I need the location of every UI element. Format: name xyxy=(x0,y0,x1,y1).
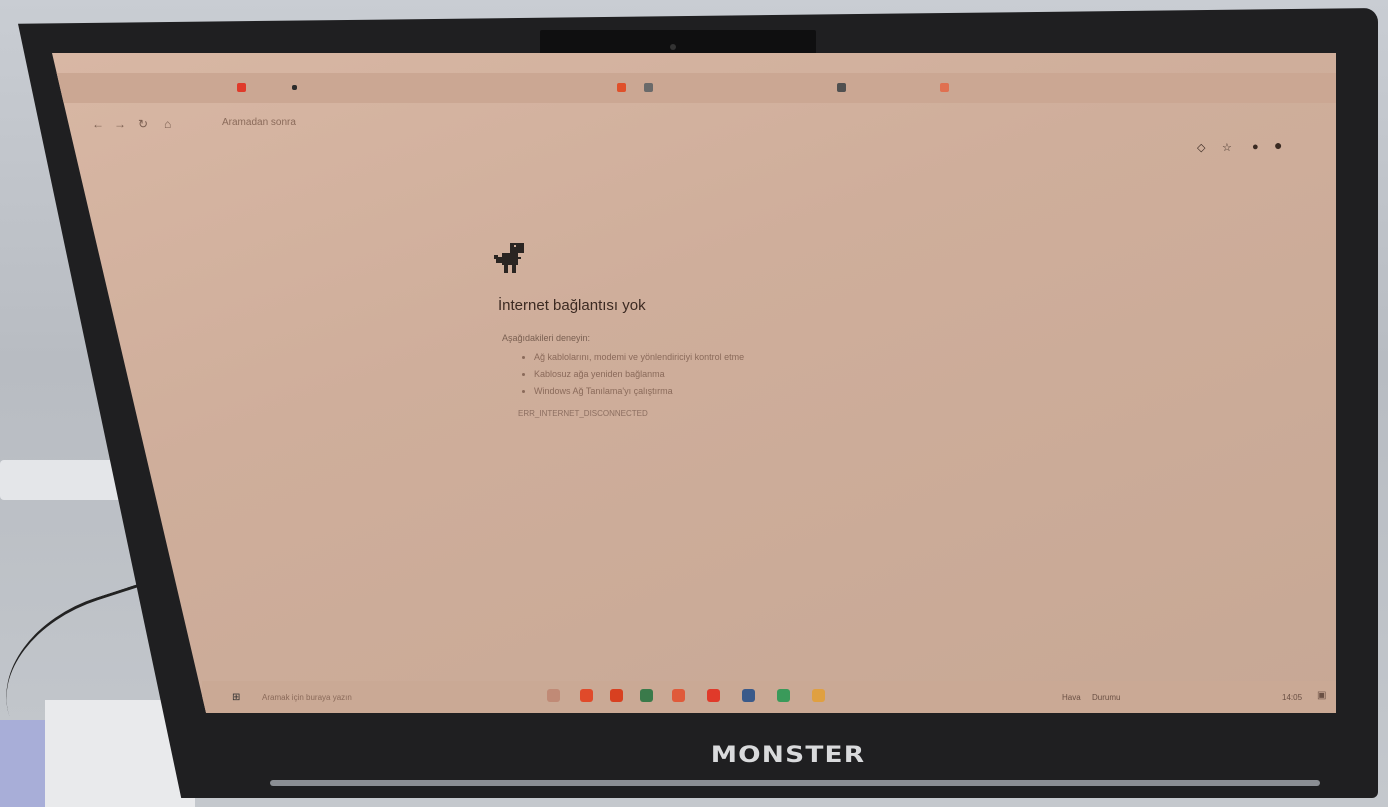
laptop-brand-logo: MONSTER xyxy=(710,743,866,768)
tab-favicon-icon[interactable] xyxy=(292,85,297,90)
app-icon[interactable] xyxy=(707,689,720,702)
tab-favicon-icon[interactable] xyxy=(940,83,949,92)
app-icon[interactable] xyxy=(672,689,685,702)
app-icon[interactable] xyxy=(610,689,623,702)
tab-favicon-icon[interactable] xyxy=(644,83,653,92)
reload-button[interactable]: ↻ xyxy=(138,117,148,131)
address-bar[interactable]: Aramadan sonra xyxy=(222,117,296,128)
weather-widget-label[interactable]: Durumu xyxy=(1092,693,1120,702)
laptop-hinge xyxy=(270,780,1320,786)
laptop: ← → ↻ ⌂ Aramadan sonra ◇ ☆ ● ● İnternet … xyxy=(18,8,1378,798)
tab-favicon-icon[interactable] xyxy=(617,83,626,92)
app-icon[interactable] xyxy=(777,689,790,702)
extensions-icon[interactable]: ◇ xyxy=(1197,141,1205,154)
task-view-icon[interactable] xyxy=(547,689,560,702)
suggestion-list: Ağ kablolarını, modemi ve yönlendiriciyi… xyxy=(522,349,744,400)
app-icon[interactable] xyxy=(640,689,653,702)
suggestion-item[interactable]: Kablosuz ağa yeniden bağlanma xyxy=(534,366,744,383)
laptop-screen: ← → ↻ ⌂ Aramadan sonra ◇ ☆ ● ● İnternet … xyxy=(52,53,1336,713)
app-icon[interactable] xyxy=(742,689,755,702)
folder-icon[interactable] xyxy=(812,689,825,702)
taskbar-search-input[interactable]: Aramak için buraya yazın xyxy=(262,693,352,702)
menu-dot-icon[interactable]: ● xyxy=(1252,141,1259,153)
error-subtitle: Aşağıdakileri deneyin: xyxy=(502,333,591,343)
suggestion-item: Ağ kablolarını, modemi ve yönlendiriciyi… xyxy=(534,349,744,366)
clock[interactable]: 14:05 xyxy=(1282,693,1302,702)
home-button[interactable]: ⌂ xyxy=(164,117,171,131)
suggestion-item[interactable]: Windows Ağ Tanılama'yı çalıştırma xyxy=(534,383,744,400)
notification-icon[interactable]: ▣ xyxy=(1317,690,1326,701)
error-title: İnternet bağlantısı yok xyxy=(498,297,646,314)
taskbar: ⊞ Aramak için buraya yazın Hava Durumu 1… xyxy=(202,681,1336,713)
browser-app-icon[interactable] xyxy=(580,689,593,702)
error-code: ERR_INTERNET_DISCONNECTED xyxy=(518,409,648,418)
weather-widget[interactable]: Hava xyxy=(1062,693,1081,702)
forward-button[interactable]: → xyxy=(114,117,126,131)
tab-favicon-icon[interactable] xyxy=(237,83,246,92)
tab-favicon-icon[interactable] xyxy=(837,83,846,92)
profile-avatar-icon[interactable]: ● xyxy=(1274,137,1282,153)
windows-start-icon[interactable]: ⊞ xyxy=(232,692,240,703)
webcam-icon xyxy=(670,44,676,50)
dinosaur-icon[interactable] xyxy=(492,241,526,279)
bookmark-icon[interactable]: ☆ xyxy=(1222,141,1232,154)
back-button[interactable]: ← xyxy=(92,117,104,131)
desk-surface xyxy=(0,460,130,500)
